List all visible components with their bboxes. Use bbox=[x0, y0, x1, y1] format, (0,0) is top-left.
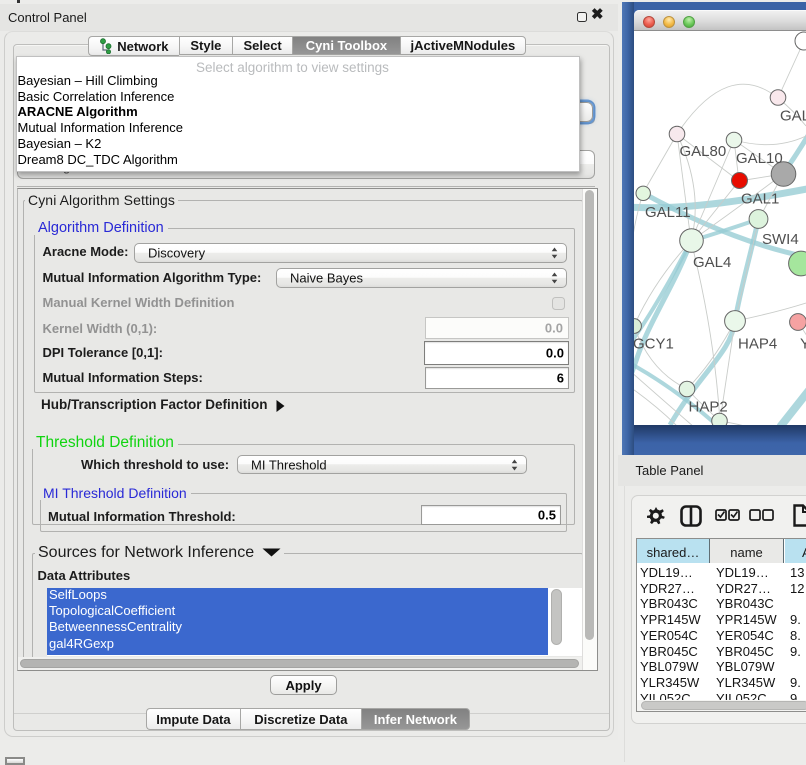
svg-text:GAL4: GAL4 bbox=[693, 254, 731, 271]
svg-text:GCY1: GCY1 bbox=[634, 336, 674, 353]
svg-text:HAP4: HAP4 bbox=[738, 336, 777, 353]
svg-text:GAL10: GAL10 bbox=[736, 150, 783, 167]
svg-text:HAP2: HAP2 bbox=[689, 399, 728, 416]
svg-text:GAL7: GAL7 bbox=[780, 108, 806, 125]
svg-text:SWI4: SWI4 bbox=[762, 231, 799, 248]
svg-text:YD: YD bbox=[800, 336, 806, 353]
svg-text:GAL11: GAL11 bbox=[645, 204, 691, 221]
svg-text:GAL1: GAL1 bbox=[741, 191, 779, 208]
svg-text:GAL80: GAL80 bbox=[680, 143, 727, 160]
